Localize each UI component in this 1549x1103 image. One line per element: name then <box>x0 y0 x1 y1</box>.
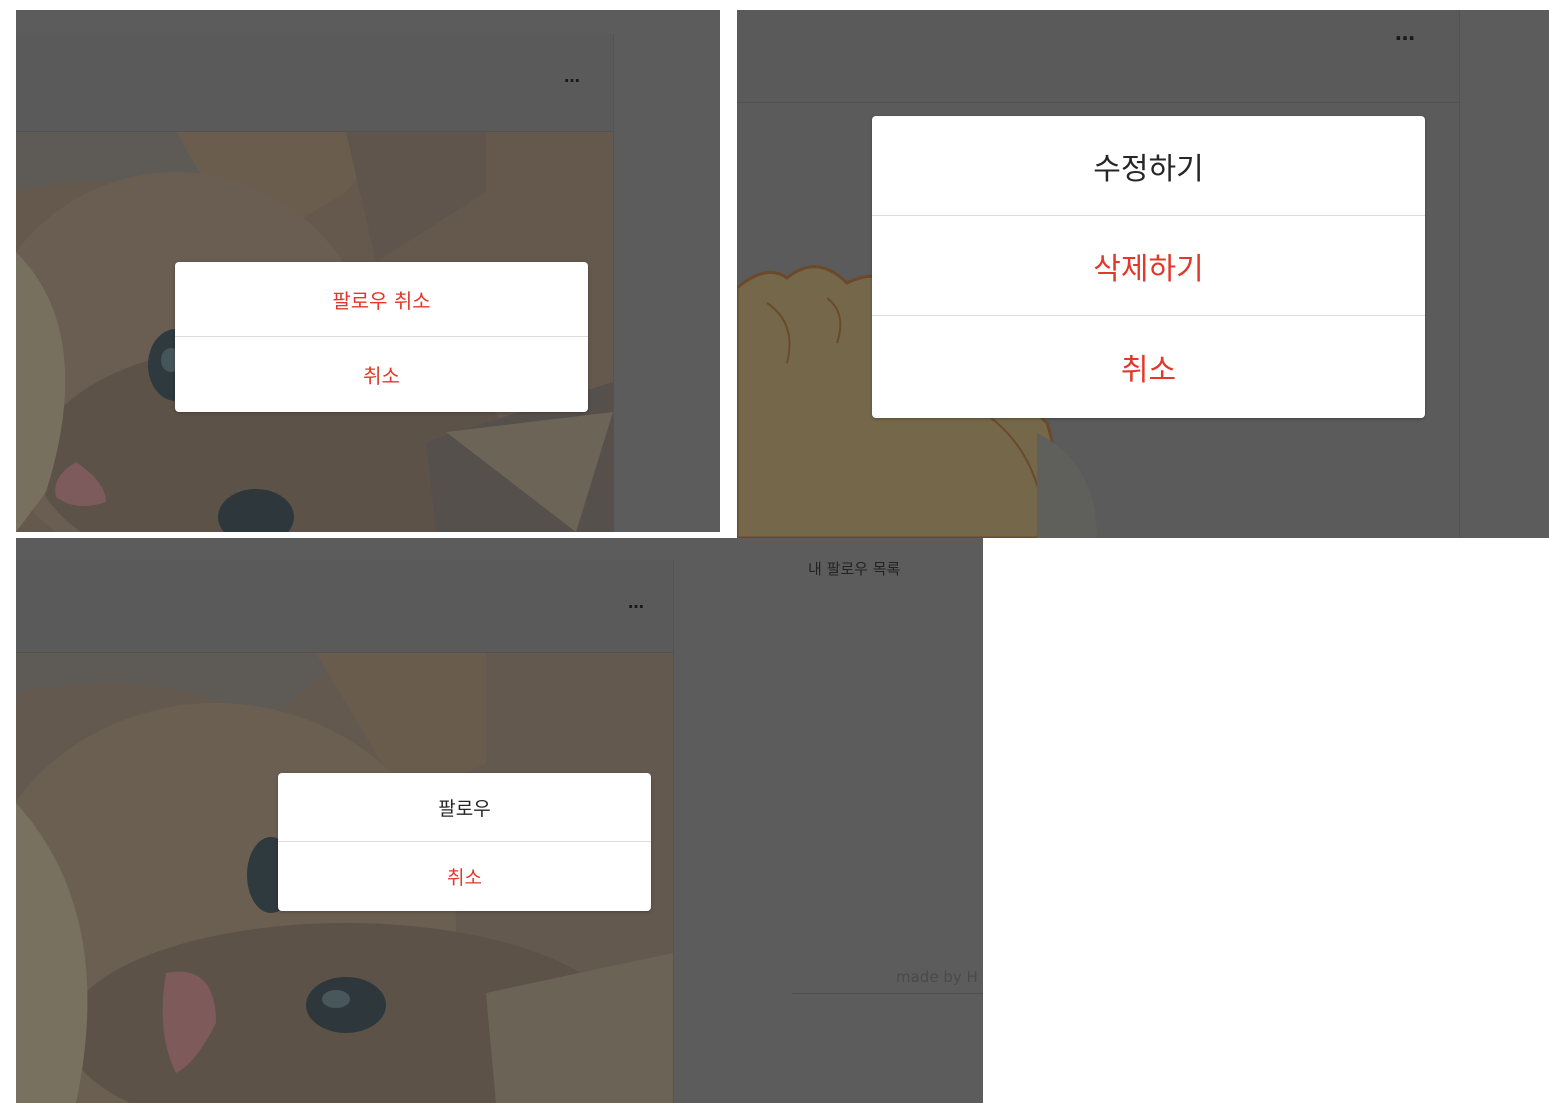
cancel-button[interactable]: 취소 <box>872 316 1425 417</box>
my-follow-list-title: 내 팔로우 목록 <box>808 560 901 578</box>
screenshot-edit-delete-sheet: … 수정하기 삭제하기 취소 <box>737 10 1549 538</box>
screenshot-unfollow-sheet: … 팔로우 취소 취소 <box>16 10 720 532</box>
more-options-icon[interactable]: … <box>628 595 645 611</box>
cancel-button[interactable]: 취소 <box>175 337 588 412</box>
follow-button[interactable]: 팔로우 <box>278 773 651 842</box>
delete-button[interactable]: 삭제하기 <box>872 216 1425 316</box>
more-options-icon[interactable]: … <box>564 69 581 85</box>
unfollow-action-sheet: 팔로우 취소 취소 <box>175 262 588 412</box>
footer-credit: made by H <box>896 968 978 986</box>
follow-action-sheet: 팔로우 취소 <box>278 773 651 911</box>
post-header: … <box>737 10 1459 103</box>
screenshot-follow-sheet: … 내 팔로우 목록 made by H 팔로우 취소 <box>16 538 983 1103</box>
cancel-button[interactable]: 취소 <box>278 842 651 911</box>
edit-button[interactable]: 수정하기 <box>872 116 1425 216</box>
more-options-icon[interactable]: … <box>1395 23 1416 43</box>
post-header: … <box>16 34 613 132</box>
footer-divider <box>792 993 983 994</box>
post-header: … <box>16 560 673 653</box>
post-options-action-sheet: 수정하기 삭제하기 취소 <box>872 116 1425 418</box>
unfollow-button[interactable]: 팔로우 취소 <box>175 262 588 337</box>
